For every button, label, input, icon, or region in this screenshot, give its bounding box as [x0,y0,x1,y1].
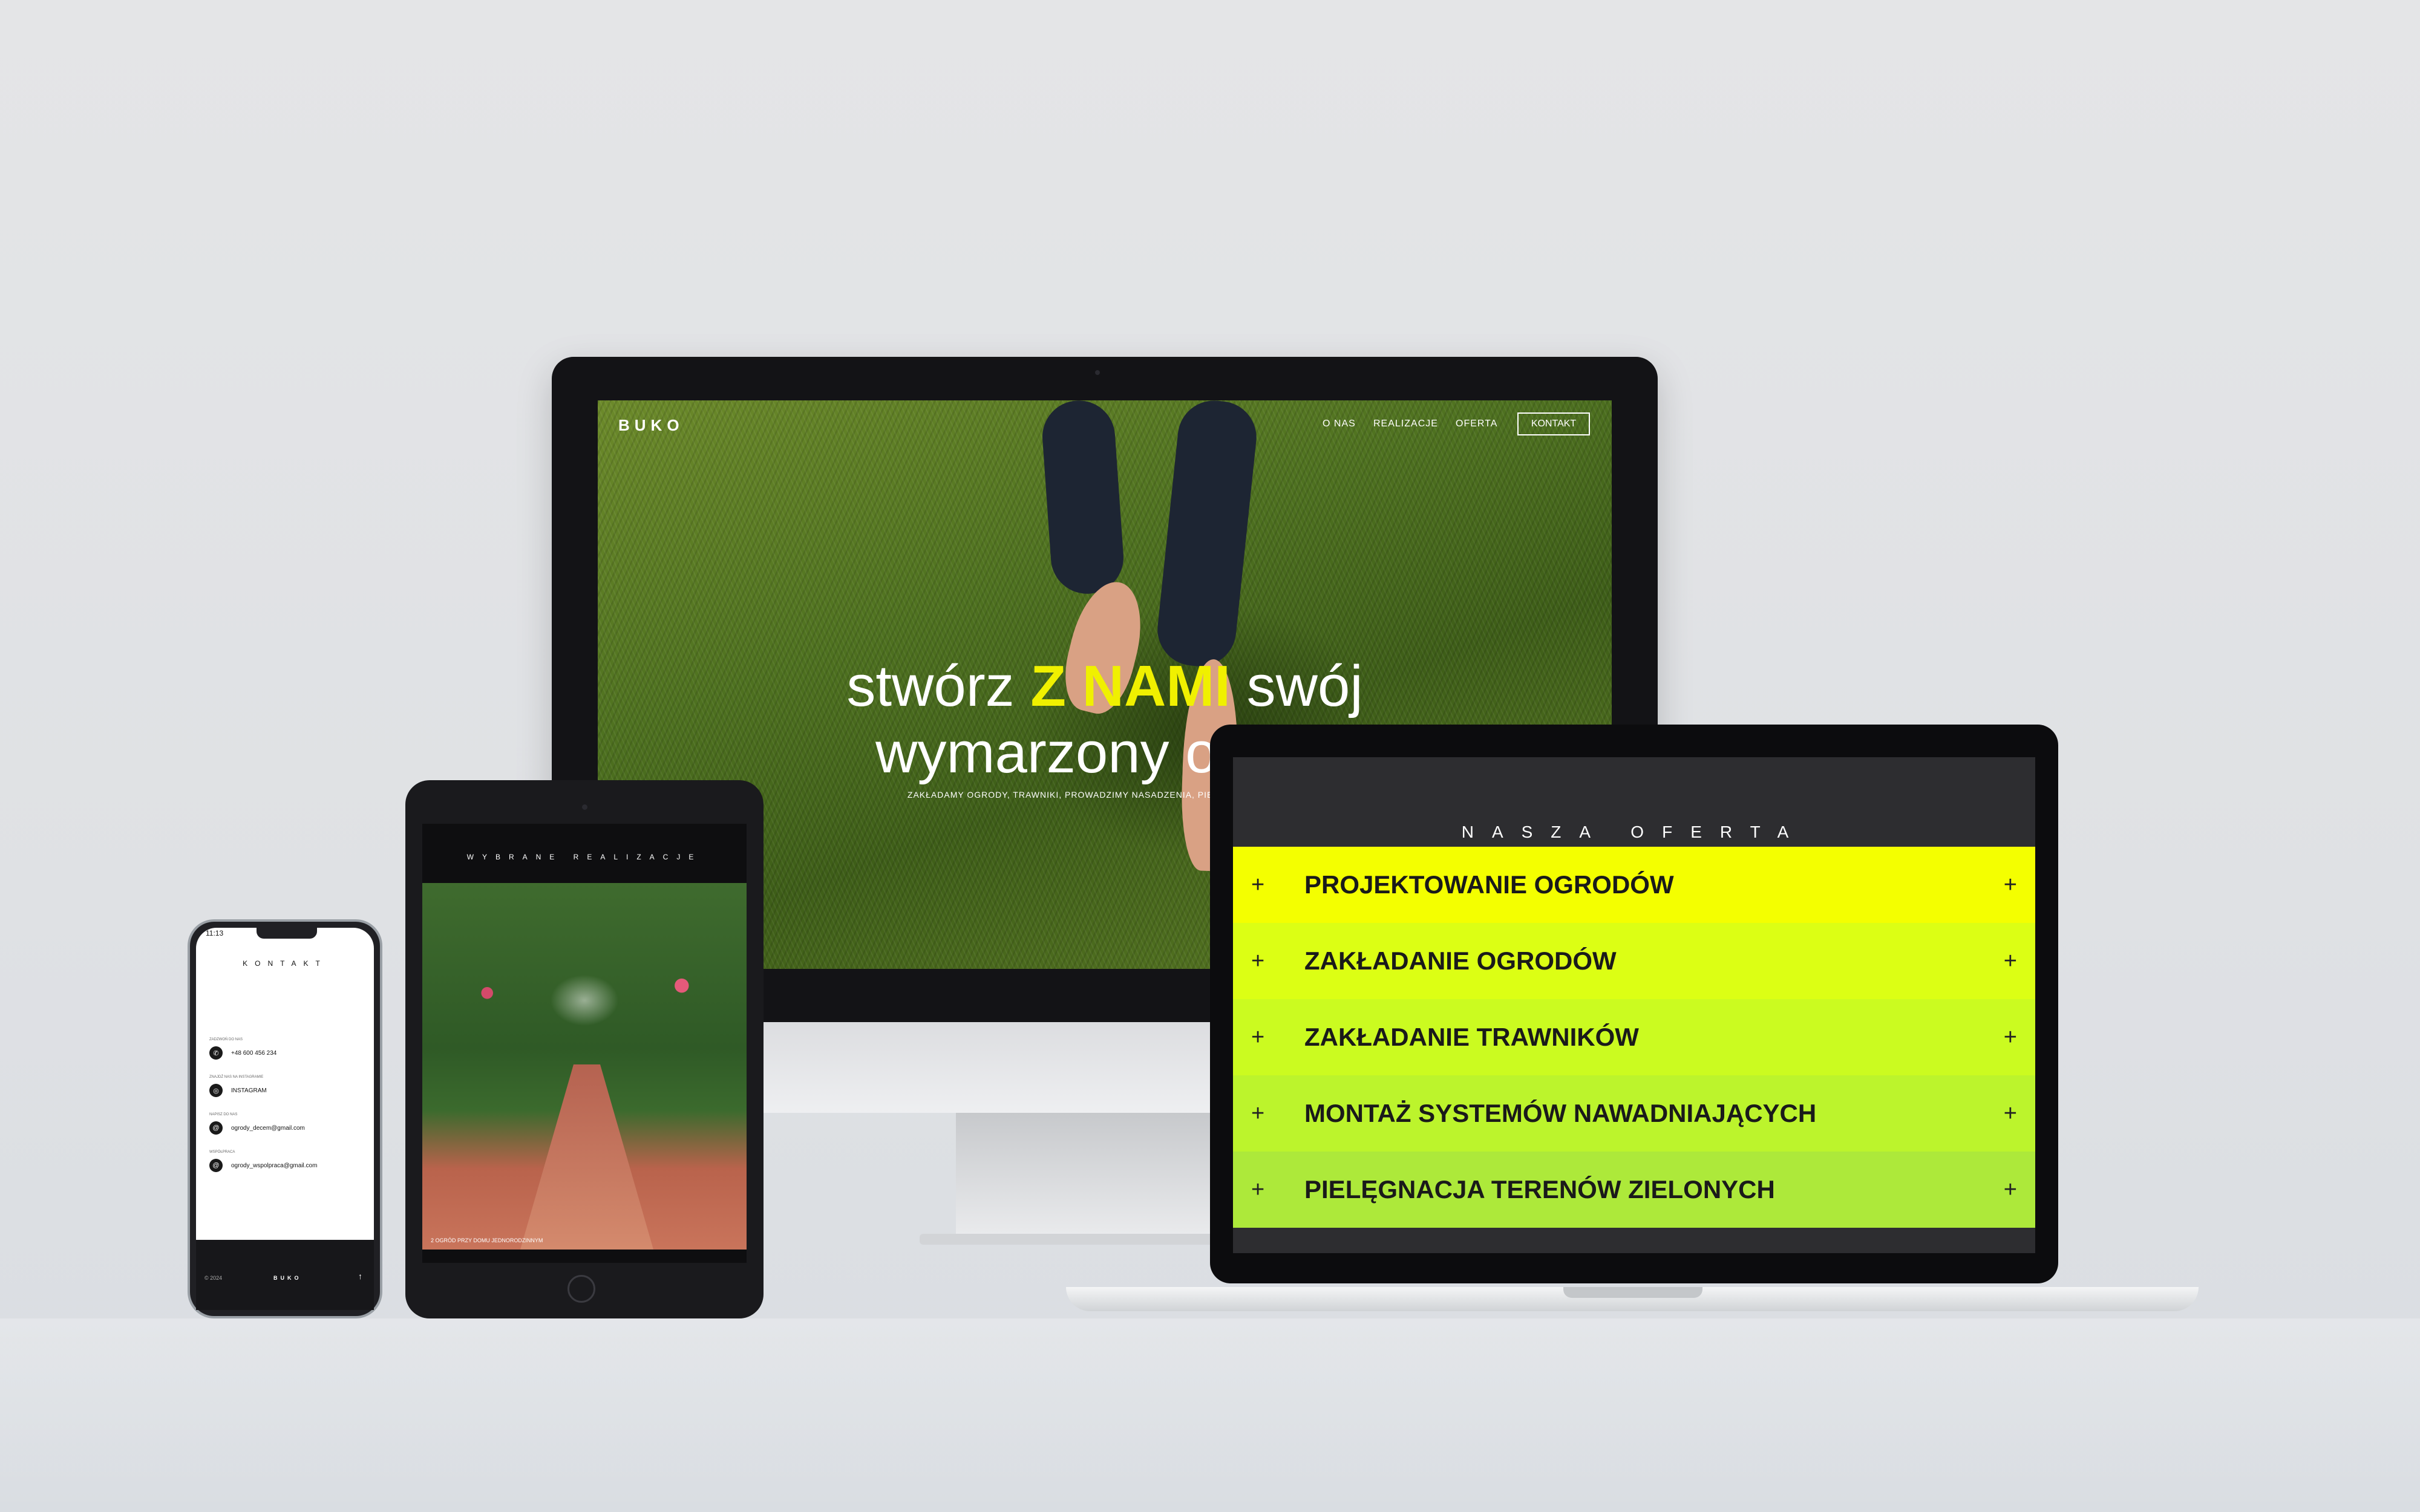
offer-label: PIELĘGNACJA TERENÓW ZIELONYCH [1304,1175,1775,1204]
contact-caption: NAPISZ DO NAS [209,1113,238,1116]
contact-row[interactable]: ✆ +48 600 456 234 [209,1046,276,1060]
hero-leg-left [1039,398,1127,596]
offer-item[interactable]: + ZAKŁADANIE OGRODÓW + [1233,923,2035,999]
offer-section-title: NASZA OFERTA [1461,823,1807,841]
contact-row[interactable]: @ ogrody_wspolpraca@gmail.com [209,1159,317,1172]
expand-plus-icon[interactable]: + [1993,1177,2017,1203]
phone-status-time: 11:13 [206,929,224,937]
tablet-home-button[interactable] [567,1275,595,1303]
expand-plus-icon[interactable]: + [1993,948,2017,974]
hero-title-part-a: stwórz [846,654,1031,719]
plus-icon: + [1251,1176,1265,1202]
offer-label: ZAKŁADANIE OGRODÓW [1304,947,1617,975]
expand-plus-icon[interactable]: + [1993,1101,2017,1127]
footer-logo[interactable]: BUKO [273,1275,302,1281]
expand-plus-icon[interactable]: + [1993,872,2017,898]
plus-icon: + [1251,1024,1265,1050]
offer-label: PROJEKTOWANIE OGRODÓW [1304,870,1674,899]
contact-icon: @ [209,1159,223,1172]
offer-item[interactable]: + PROJEKTOWANIE OGRODÓW + [1233,847,2035,923]
contact-value: ogrody_wspolpraca@gmail.com [231,1162,318,1169]
desktop-logo[interactable]: BUKO [618,416,684,435]
contact-caption: ZADZWOŃ DO NAS [209,1038,243,1041]
footer-copyright: © 2024 [204,1275,223,1281]
plus-icon: + [1251,872,1265,898]
contact-row[interactable]: @ ogrody_decem@gmail.com [209,1121,305,1135]
webcam-icon [1095,370,1100,375]
offer-item[interactable]: + MONTAŻ SYSTEMÓW NAWADNIAJĄCYCH + [1233,1075,2035,1152]
monitor-stand [956,1113,1240,1234]
offer-label: ZAKŁADANIE TRAWNIKÓW [1304,1023,1639,1051]
scroll-up-icon[interactable]: ↑ [358,1271,362,1281]
offer-item[interactable]: + PIELĘGNACJA TERENÓW ZIELONYCH + [1233,1152,2035,1228]
contact-icon: ✆ [209,1046,223,1060]
tablet-camera-icon [582,804,587,810]
expand-plus-icon[interactable]: + [1993,1025,2017,1051]
contact-caption: WSPÓŁPRACA [209,1150,235,1154]
phone-notch [257,928,317,939]
contact-value: INSTAGRAM [231,1087,267,1094]
offer-item[interactable]: + ZAKŁADANIE TRAWNIKÓW + [1233,999,2035,1075]
nav-contact-button[interactable]: KONTAKT [1517,412,1590,435]
floor-reflection [0,1318,2420,1512]
plus-icon: + [1251,1100,1265,1126]
contact-value: +48 600 456 234 [231,1049,277,1057]
offer-label: MONTAŻ SYSTEMÓW NAWADNIAJĄCYCH [1304,1099,1817,1127]
projects-section-title: WYBRANE REALIZACJE [466,853,702,861]
hero-title-accent: Z NAMI [1030,654,1231,719]
nav-link-projects[interactable]: REALIZACJE [1373,419,1438,429]
plus-icon: + [1251,948,1265,974]
contact-row[interactable]: ◎ INSTAGRAM [209,1084,267,1097]
nav-link-about[interactable]: O NAS [1323,419,1356,429]
contact-caption: ZNAJDŹ NAS NA INSTAGRAMIE [209,1075,264,1079]
project-caption: 2 OGRÓD PRZY DOMU JEDNORODZINNYM [431,1237,543,1243]
contact-icon: ◎ [209,1084,223,1097]
contact-section-title: KONTAKT [243,959,327,968]
contact-value: ogrody_decem@gmail.com [231,1124,305,1132]
hero-title-part-b: swój [1230,654,1363,719]
contact-icon: @ [209,1121,223,1135]
nav-link-offer[interactable]: OFERTA [1456,419,1497,429]
laptop-notch [1563,1287,1702,1298]
